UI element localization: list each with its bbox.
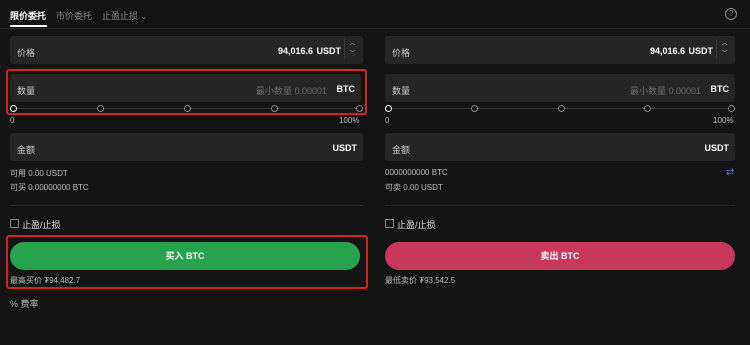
buy-amount-label: 金额 [17,145,36,155]
buy-amount-unit: USDT [332,143,358,153]
percent-icon: % [10,299,19,309]
sell-btc-button[interactable]: 卖出 BTC [385,242,735,270]
sell-slider-max-label: 100% [713,116,734,125]
sell-can-sell: 可卖 0.00 USDT [385,183,443,192]
slider-stop-75[interactable] [644,105,651,112]
sell-price-stepper[interactable]: ︿ ﹀ [716,39,732,61]
sell-amount-field[interactable]: 金额 USDT [385,133,735,161]
tab-stop-label: 止盈止损 [102,11,139,21]
sell-price-field[interactable]: 价格 94,016.6 USDT ︿ ﹀ [385,36,735,64]
buy-price-label: 价格 [17,48,36,58]
buy-qty-placeholder: 最小数量 0.00001 [255,86,327,96]
slider-handle[interactable] [385,105,392,112]
sell-tpsl-checkbox[interactable] [385,219,394,228]
sell-qty-unit: BTC [710,84,730,94]
slider-stop-50[interactable] [184,105,191,112]
tab-limit-order[interactable]: 限价委托 [10,9,46,22]
slider-stop-100[interactable] [728,105,735,112]
chevron-up-icon[interactable]: ︿ [344,39,360,49]
sell-price-label: 价格 [392,48,411,58]
fee-rate[interactable]: % 费率 [10,297,39,310]
buy-best-price: 最高买价 ₮94,482.7 [10,276,81,285]
buy-tpsl-checkbox[interactable] [10,219,19,228]
buy-price-stepper[interactable]: ︿ ﹀ [344,39,360,61]
chevron-down-icon[interactable]: ﹀ [344,49,360,59]
slider-stop-75[interactable] [271,105,278,112]
fee-rate-label: 费率 [20,299,39,309]
sell-amount-unit: USDT [704,143,730,153]
buy-available: 可用 0.00 USDT [10,169,68,178]
buy-can-buy: 可买 0.00000000 BTC [10,183,89,192]
swap-icon[interactable]: ⇄ [726,167,734,178]
buy-tpsl-label[interactable]: 止盈/止损 [22,218,61,231]
buy-price-unit: USDT [316,46,342,56]
sell-divider [385,205,735,206]
question-icon[interactable]: ? [725,8,737,20]
tabs-divider [0,28,750,29]
sell-qty-placeholder: 最小数量 0.00001 [629,86,701,96]
sell-available: 0000000000 BTC [385,168,448,177]
buy-qty-slider[interactable] [10,105,363,112]
buy-qty-label: 数量 [17,86,36,96]
buy-divider [10,205,363,206]
sell-best-price: 最低卖价 ₮93,542.5 [385,276,456,285]
chevron-down-icon[interactable]: ﹀ [716,49,732,59]
buy-price-field[interactable]: 价格 94,016.6 USDT ︿ ﹀ [10,36,363,64]
sell-qty-field[interactable]: 数量 最小数量 0.00001 BTC [385,74,735,102]
sell-price-unit: USDT [688,46,714,56]
buy-qty-unit: BTC [336,84,356,94]
chevron-up-icon[interactable]: ︿ [716,39,732,49]
slider-stop-100[interactable] [356,105,363,112]
buy-amount-field[interactable]: 金额 USDT [10,133,363,161]
sell-price-value[interactable]: 94,016.6 [650,46,685,56]
buy-qty-field[interactable]: 数量 最小数量 0.00001 BTC [10,74,361,102]
active-tab-indicator [10,25,47,27]
tab-market-order[interactable]: 市价委托 [56,9,92,22]
sell-qty-label: 数量 [392,86,411,96]
buy-btc-button[interactable]: 买入 BTC [10,242,360,270]
buy-slider-min-label: 0 [10,116,15,125]
slider-stop-25[interactable] [471,105,478,112]
buy-price-value[interactable]: 94,016.6 [278,46,313,56]
tab-stop-order[interactable]: 止盈止损 ⌄ [102,9,147,22]
buy-slider-max-label: 100% [339,116,360,125]
sell-tpsl-label[interactable]: 止盈/止损 [397,218,436,231]
slider-handle[interactable] [10,105,17,112]
sell-qty-slider[interactable] [385,105,735,112]
sell-amount-label: 金额 [392,145,411,155]
slider-stop-25[interactable] [97,105,104,112]
slider-stop-50[interactable] [558,105,565,112]
sell-slider-min-label: 0 [385,116,390,125]
chevron-down-icon: ⌄ [140,12,148,21]
